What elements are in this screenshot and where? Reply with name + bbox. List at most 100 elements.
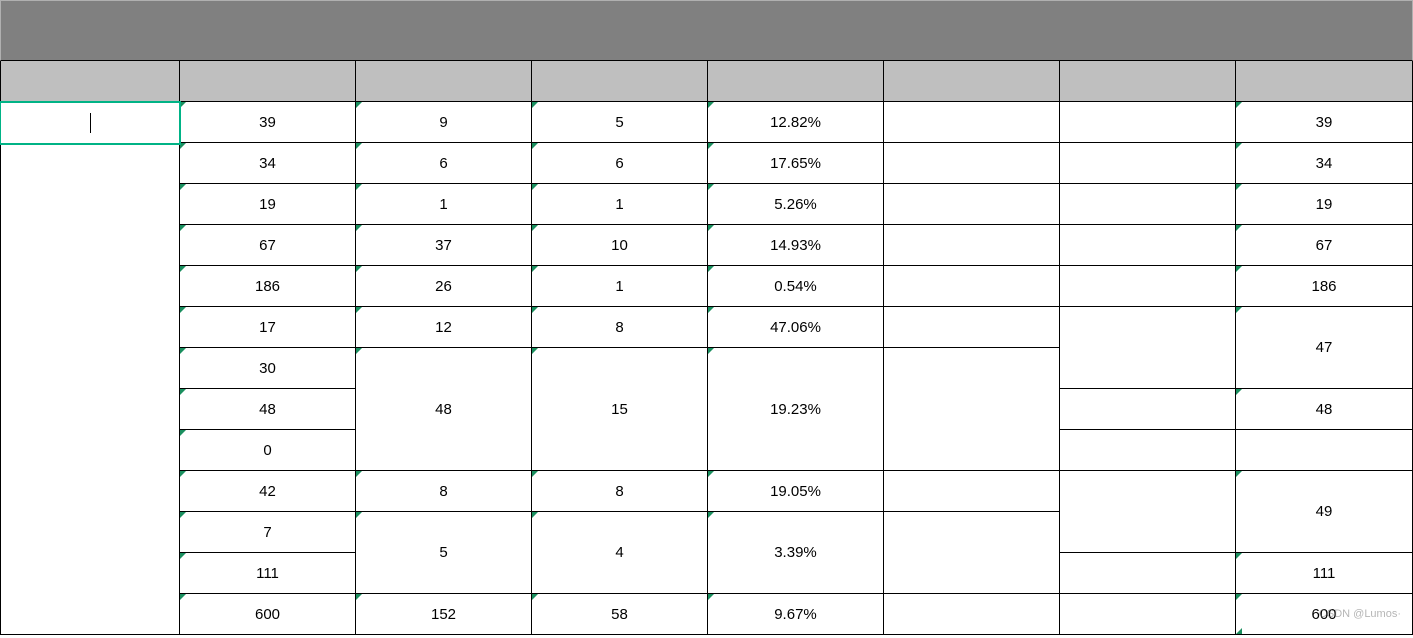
cell[interactable]: 37 [356,225,532,266]
cell-value: 47.06% [770,320,821,335]
cell-col-b[interactable]: 186 [180,266,356,307]
cell-col-h[interactable]: 19 [1236,184,1413,225]
cell-value: 6 [439,156,447,171]
cell-value: 34 [259,156,276,171]
cell-merged[interactable]: 19.23% [708,348,884,471]
cell[interactable]: 8 [356,471,532,512]
cell-col-h[interactable]: 600 [1236,594,1413,635]
cell[interactable]: 12.82% [708,102,884,143]
cell-merged[interactable] [884,512,1060,594]
cell-merged[interactable] [1060,471,1236,553]
cell[interactable] [1060,266,1236,307]
cell[interactable]: 152 [356,594,532,635]
header-cell[interactable] [884,61,1060,102]
cell[interactable]: 1 [532,184,708,225]
cell[interactable] [1060,553,1236,594]
cell-col-b[interactable]: 42 [180,471,356,512]
cell[interactable] [1060,389,1236,430]
cell-col-b[interactable]: 30 [180,348,356,389]
cell[interactable] [884,594,1060,635]
cell[interactable]: 8 [532,471,708,512]
cell[interactable] [1060,184,1236,225]
cell-col-b[interactable]: 17 [180,307,356,348]
cell-col-b[interactable]: 39 [180,102,356,143]
cell[interactable]: 10 [532,225,708,266]
cell-merged[interactable]: 3.39% [708,512,884,594]
header-cell[interactable] [356,61,532,102]
cell[interactable]: 8 [532,307,708,348]
cell[interactable] [884,225,1060,266]
cell[interactable]: 6 [532,143,708,184]
cell-value: 6 [615,156,623,171]
cell[interactable]: 26 [356,266,532,307]
cell[interactable] [884,266,1060,307]
cell-value: 4 [615,545,623,560]
cell[interactable] [884,471,1060,512]
header-cell[interactable] [1236,61,1413,102]
cell-col-b[interactable]: 67 [180,225,356,266]
cell[interactable] [884,184,1060,225]
cell-col-b[interactable]: 111 [180,553,356,594]
cell[interactable]: 19.05% [708,471,884,512]
cell[interactable]: 12 [356,307,532,348]
cell-col-h[interactable] [1236,430,1413,471]
cell-value: 8 [615,320,623,335]
cell[interactable]: 1 [532,266,708,307]
header-cell[interactable] [0,61,180,102]
cell[interactable] [1060,430,1236,471]
cell-col-b[interactable]: 7 [180,512,356,553]
cell-col-h[interactable]: 34 [1236,143,1413,184]
cell[interactable] [1060,594,1236,635]
cell-value: 7 [263,525,271,540]
header-cell[interactable] [180,61,356,102]
cell-col-h[interactable]: 67 [1236,225,1413,266]
cell[interactable]: 17.65% [708,143,884,184]
cell[interactable] [1060,143,1236,184]
cell-col-h[interactable]: 48 [1236,389,1413,430]
cell[interactable] [1060,225,1236,266]
cell-merged[interactable]: 5 [356,512,532,594]
cell-merged[interactable]: 4 [532,512,708,594]
cell-value: 39 [1316,115,1333,130]
cell-value: 10 [611,238,628,253]
cell-col-b[interactable]: 19 [180,184,356,225]
cell-col-h[interactable]: 186 [1236,266,1413,307]
cell-col-h-merged[interactable]: 47 [1236,307,1413,389]
merged-title-row[interactable] [0,0,1413,61]
cell[interactable]: 14.93% [708,225,884,266]
cell-merged[interactable] [884,348,1060,471]
cell-value: 9 [439,115,447,130]
cell[interactable]: 5.26% [708,184,884,225]
cell-merged[interactable]: 15 [532,348,708,471]
cell-col-b[interactable]: 600 [180,594,356,635]
header-cell[interactable] [708,61,884,102]
active-cell[interactable] [0,102,180,144]
cell-col-a-merged[interactable] [0,143,180,635]
cell[interactable]: 9.67% [708,594,884,635]
cell[interactable]: 9 [356,102,532,143]
cell[interactable]: 5 [532,102,708,143]
cell-value: 600 [255,607,280,622]
cell[interactable] [1060,102,1236,143]
cell-col-h[interactable]: 39 [1236,102,1413,143]
cell-col-b[interactable]: 34 [180,143,356,184]
cell-col-b[interactable]: 48 [180,389,356,430]
cell[interactable]: 1 [356,184,532,225]
cell-col-b[interactable]: 0 [180,430,356,471]
cell-merged[interactable]: 48 [356,348,532,471]
cell[interactable]: 0.54% [708,266,884,307]
cell[interactable] [884,102,1060,143]
cell[interactable]: 58 [532,594,708,635]
cell[interactable]: 6 [356,143,532,184]
header-cell[interactable] [532,61,708,102]
cell-value: 19 [259,197,276,212]
cell-value: 5.26% [774,197,817,212]
cell-col-h-merged[interactable]: 49 [1236,471,1413,553]
cell[interactable] [884,307,1060,348]
cell-col-h[interactable]: 111 [1236,553,1413,594]
header-cell[interactable] [1060,61,1236,102]
cell[interactable] [884,143,1060,184]
cell-value: 34 [1316,156,1333,171]
cell-merged[interactable] [1060,307,1236,389]
cell[interactable]: 47.06% [708,307,884,348]
